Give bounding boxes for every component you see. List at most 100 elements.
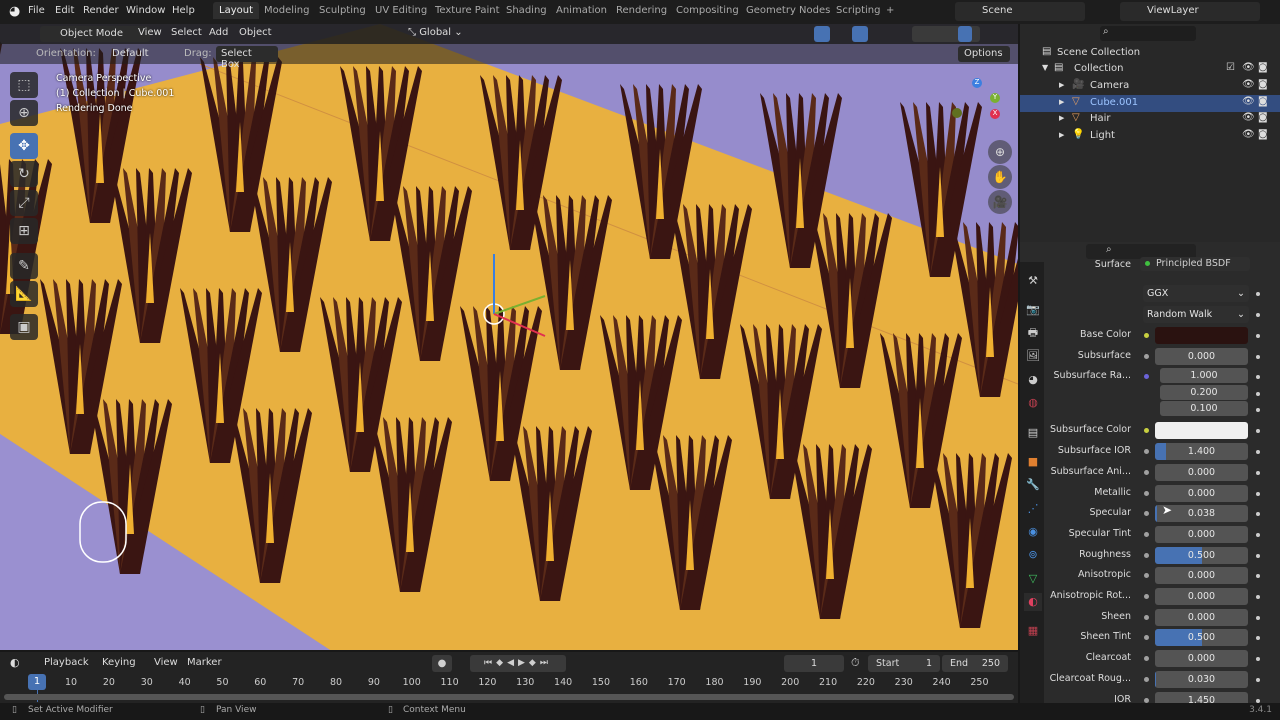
keyframe-dot[interactable] — [1256, 313, 1260, 317]
workspace-tab[interactable]: Scripting — [830, 4, 886, 17]
blender-logo-icon[interactable]: ◕ — [9, 4, 20, 19]
value-slider[interactable]: 0.000 — [1155, 525, 1248, 543]
value-slider[interactable]: 0.000 — [1155, 650, 1248, 668]
rendered-shading-button[interactable] — [958, 26, 972, 42]
value-slider[interactable]: 1.000 — [1160, 368, 1248, 384]
gizmo-toggle-button[interactable] — [814, 26, 830, 42]
annotate-tool[interactable]: ✎ — [10, 253, 38, 279]
scene-selector[interactable]: Scene — [955, 2, 1085, 21]
value-slider[interactable]: 0.000 — [1155, 567, 1248, 585]
keyframe-dot[interactable] — [1256, 470, 1260, 475]
workspace-tab[interactable]: Sculpting — [313, 4, 372, 17]
value-slider[interactable]: 0.500 — [1155, 546, 1248, 564]
gizmo-neg-y[interactable] — [952, 108, 962, 118]
socket-icon[interactable] — [1144, 676, 1149, 682]
keyframe-dot[interactable] — [1256, 391, 1260, 396]
menu-help[interactable]: Help — [172, 5, 195, 16]
gizmo-y-axis[interactable]: Y — [990, 93, 1000, 103]
socket-icon[interactable] — [1144, 552, 1149, 558]
viewport-menu-select[interactable]: Select — [171, 27, 202, 38]
socket-icon[interactable] — [1144, 531, 1149, 537]
keyframe-dot[interactable] — [1256, 334, 1260, 338]
start-frame-field[interactable]: Start 1 — [868, 655, 940, 672]
checkbox-icon[interactable]: ☑ — [1226, 62, 1235, 73]
keyframe-dot[interactable] — [1256, 292, 1260, 296]
workspace-tab[interactable]: Modeling — [258, 4, 316, 17]
render-icon[interactable]: 📷 — [1024, 301, 1042, 319]
camera-render-icon[interactable]: ◙ — [1258, 96, 1268, 107]
timeline-menu-keying[interactable]: Keying — [102, 657, 136, 668]
gizmo-x-axis[interactable]: X — [990, 109, 1000, 119]
keyframe-dot[interactable] — [1256, 491, 1260, 496]
measure-tool[interactable]: 📐 — [10, 281, 38, 307]
expand-icon[interactable]: ▶ — [1059, 81, 1064, 89]
rotate-tool[interactable]: ↻ — [10, 161, 38, 187]
menu-render[interactable]: Render — [83, 5, 119, 16]
socket-icon[interactable] — [1144, 333, 1149, 338]
eye-icon[interactable]: 👁 — [1242, 62, 1255, 73]
transform-orientation-dropdown[interactable]: ⤡ Global ⌄ — [408, 27, 463, 38]
value-slider[interactable]: 0.000 — [1155, 588, 1248, 605]
timeline-menu-marker[interactable]: Marker — [187, 657, 222, 668]
move-tool[interactable]: ✥ — [10, 133, 38, 159]
viewport-menu-add[interactable]: Add — [209, 27, 228, 38]
keyframe-dot[interactable] — [1256, 354, 1260, 359]
keyframe-dot[interactable] — [1256, 615, 1260, 620]
eye-icon[interactable]: 👁 — [1242, 79, 1255, 90]
workspace-tab[interactable]: + — [880, 4, 900, 17]
workspace-tab[interactable]: Compositing — [670, 4, 745, 17]
menu-edit[interactable]: Edit — [55, 5, 74, 16]
tool-icon[interactable]: ⚒ — [1024, 272, 1042, 290]
subsurface-method-dropdown[interactable]: Random Walk ⌄ — [1143, 306, 1249, 323]
cursor-tool[interactable]: ⊕ — [10, 100, 38, 126]
keyframe-dot[interactable] — [1256, 677, 1260, 682]
expand-icon[interactable]: ▶ — [1059, 131, 1064, 139]
menu-file[interactable]: File — [28, 5, 45, 16]
socket-icon[interactable] — [1144, 697, 1149, 703]
timeline-scrollbar[interactable] — [4, 694, 1014, 700]
distribution-dropdown[interactable]: GGX ⌄ — [1143, 285, 1249, 302]
timeline-menu-view[interactable]: View — [154, 657, 178, 668]
eye-icon[interactable]: 👁 — [1242, 129, 1255, 140]
value-slider[interactable]: 0.000 — [1155, 463, 1248, 481]
keyframe-dot[interactable] — [1256, 532, 1260, 537]
eye-icon[interactable]: 👁 — [1242, 112, 1255, 123]
expand-icon[interactable]: ▶ — [1059, 114, 1064, 122]
outliner-item[interactable]: ▶ ▽ Cube.001 👁 ◙ — [1020, 94, 1280, 112]
keyframe-dot[interactable] — [1256, 553, 1260, 558]
workspace-tab[interactable]: Rendering — [610, 4, 673, 17]
outliner-collection[interactable]: ▼ ▤ Collection ☑ 👁 ◙ — [1020, 61, 1280, 78]
zoom-view-icon[interactable]: ⊕ — [988, 140, 1012, 164]
value-slider[interactable]: 0.000 — [1155, 484, 1248, 502]
outliner-item[interactable]: ▶ ▽ Hair 👁 ◙ — [1020, 111, 1280, 128]
camera-view-icon[interactable]: 🎥 — [988, 190, 1012, 214]
socket-icon[interactable] — [1144, 469, 1149, 475]
pan-view-icon[interactable]: ✋ — [988, 165, 1012, 189]
overlay-toggle-button[interactable] — [852, 26, 868, 42]
end-frame-field[interactable]: End 250 — [942, 655, 1008, 672]
camera-render-icon[interactable]: ◙ — [1258, 129, 1268, 140]
eye-icon[interactable]: 👁 — [1242, 96, 1255, 107]
orientation-dropdown[interactable]: Default — [96, 47, 176, 62]
auto-keying-button[interactable]: ● — [432, 655, 452, 672]
value-slider[interactable]: 0.000 — [1155, 347, 1248, 365]
workspace-tab[interactable]: Animation — [550, 4, 613, 17]
outliner-scene-collection[interactable]: ▤ Scene Collection — [1020, 45, 1280, 62]
color-swatch[interactable] — [1155, 422, 1248, 440]
add-cube-tool[interactable]: ▣ — [10, 314, 38, 340]
timeline-menu-playback[interactable]: Playback — [44, 657, 89, 668]
workspace-tab[interactable]: Shading — [500, 4, 553, 17]
3d-viewport[interactable] — [0, 24, 1018, 650]
workspace-tab[interactable]: Layout — [213, 2, 259, 19]
gizmo-z-axis[interactable]: Z — [972, 78, 982, 88]
workspace-tab[interactable]: Texture Paint — [429, 4, 506, 17]
current-frame-field[interactable]: 1 — [784, 655, 844, 672]
mode-dropdown[interactable]: Object Mode — [40, 26, 150, 42]
outliner-search-input[interactable]: ⌕ — [1100, 26, 1196, 41]
workspace-tab[interactable]: Geometry Nodes — [740, 4, 836, 17]
transform-tool[interactable]: ⊞ — [10, 218, 38, 244]
socket-icon[interactable] — [1144, 594, 1149, 599]
editor-type-icon[interactable]: ◐ — [10, 656, 20, 669]
value-slider[interactable]: 0.500 — [1155, 629, 1248, 647]
camera-render-icon[interactable]: ◙ — [1258, 112, 1268, 123]
